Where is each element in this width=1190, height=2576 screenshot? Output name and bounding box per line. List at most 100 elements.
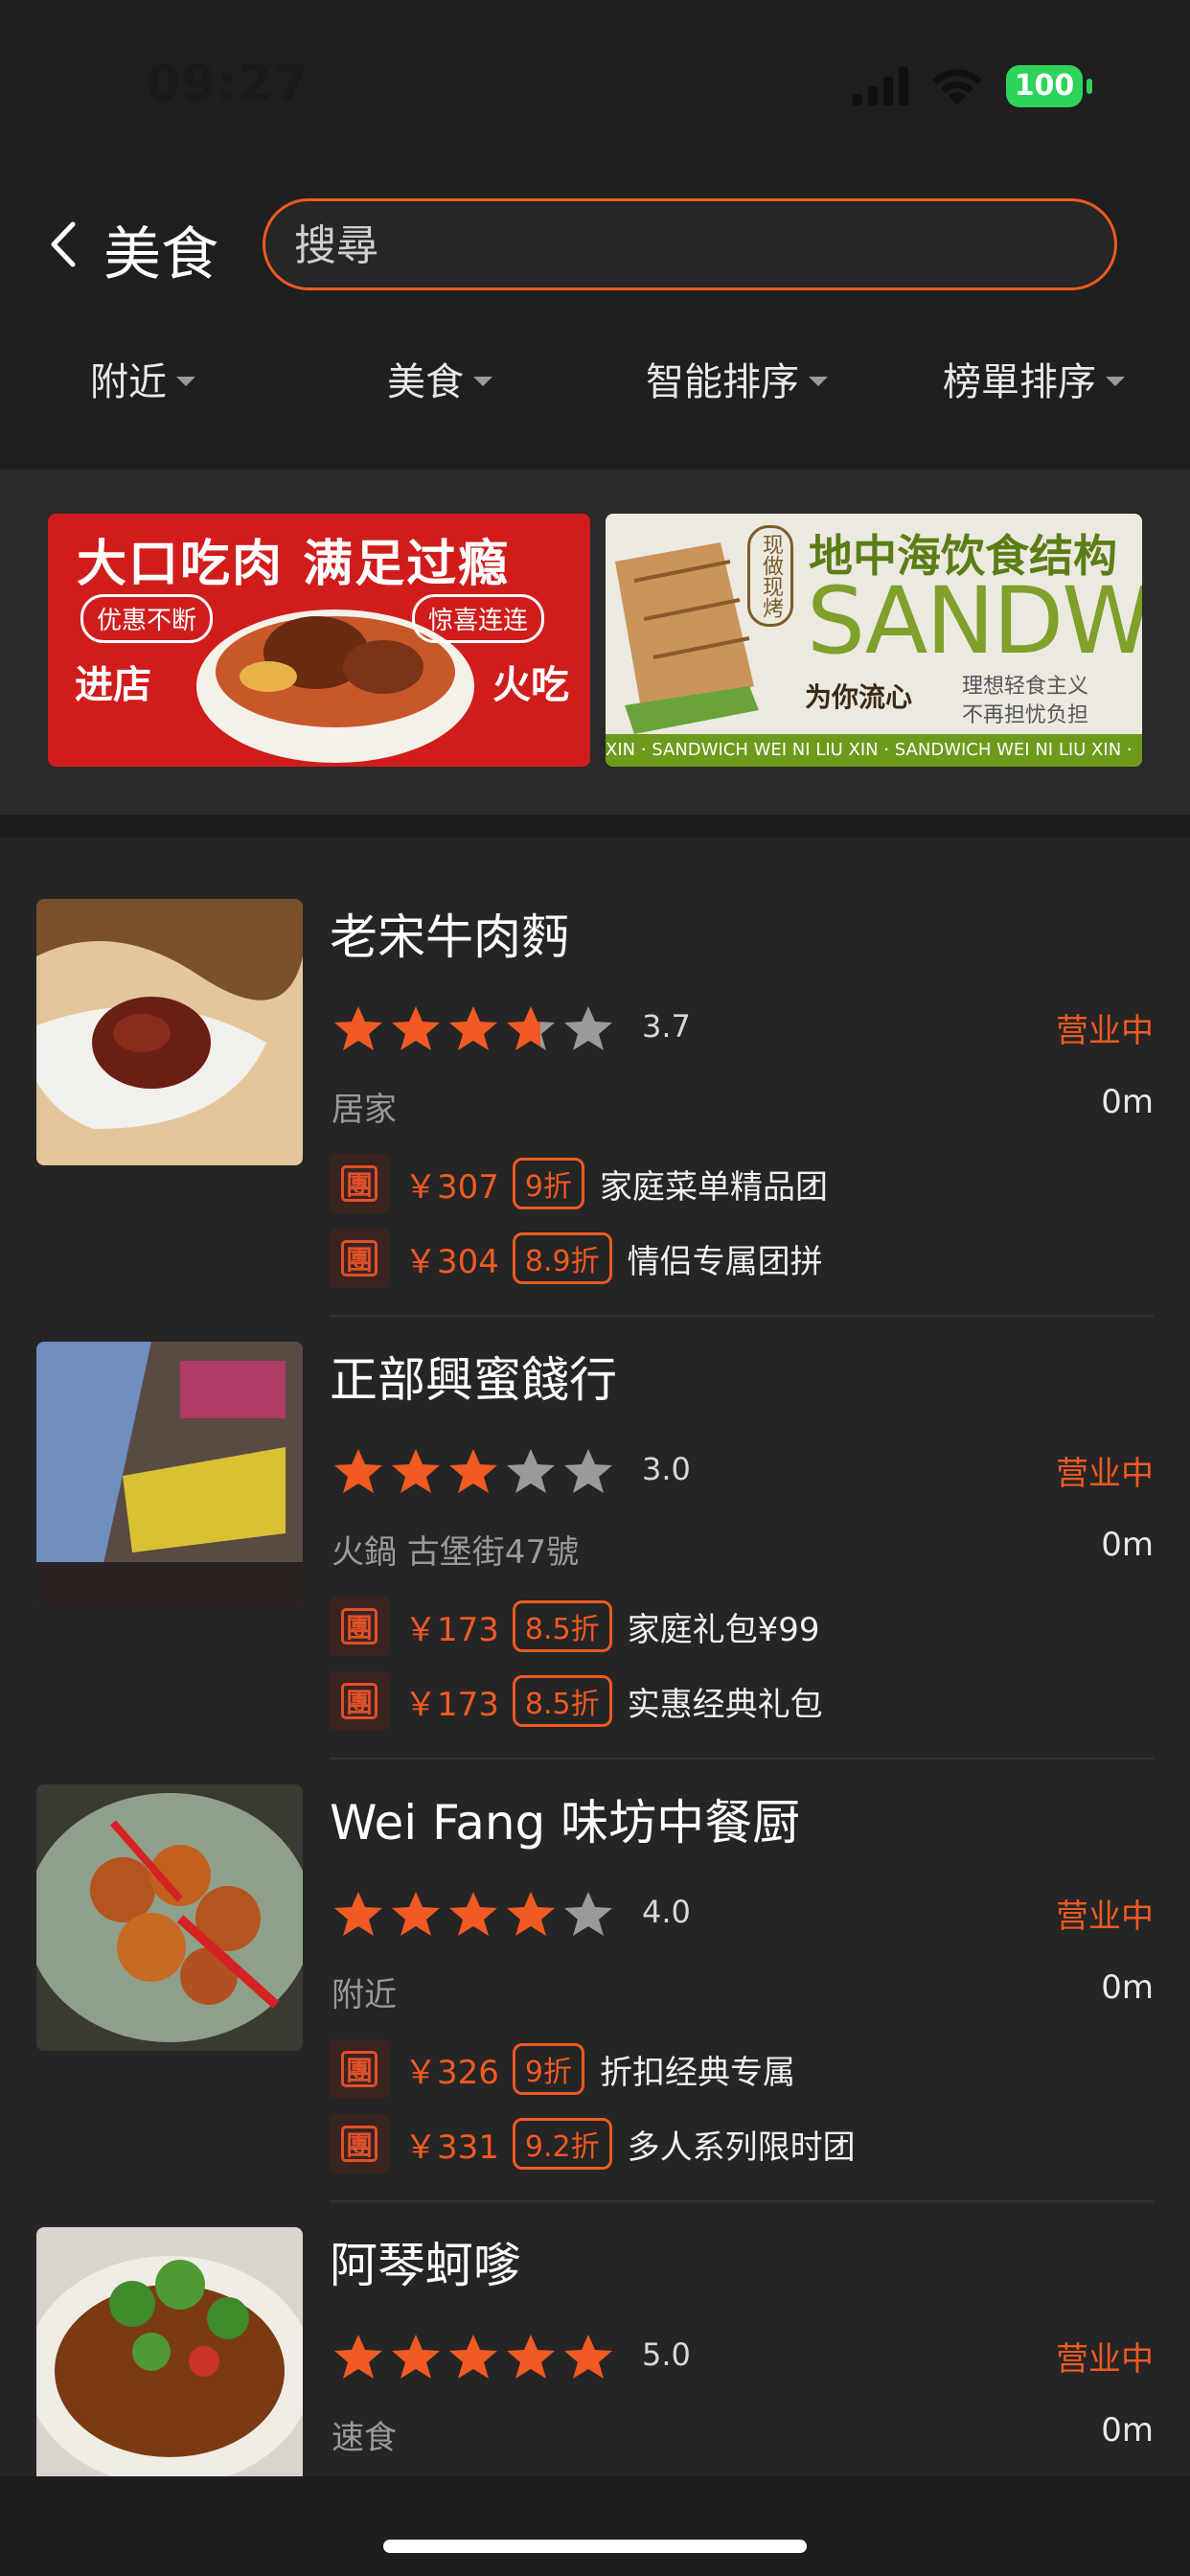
banner-carousel: 大口吃肉 满足过瘾 优惠不断 惊喜连连 进店 火吃 现做现烤 地中海饮食结构 S… — [0, 470, 1190, 815]
banner-sandwich-promo[interactable]: 现做现烤 地中海饮食结构 SANDWIC 为你流心 理想轻食主义 不再担忧负担 … — [606, 514, 1142, 767]
status-bar: 09:27 100 — [0, 0, 1190, 172]
filter-bar: 附近 美食 智能排序 榜單排序 — [0, 340, 1190, 417]
deal-discount: 9折 — [512, 2043, 584, 2095]
signal-icon — [853, 67, 908, 105]
group-deal-icon: 團 — [330, 1597, 389, 1656]
shop-distance: 0m — [1101, 1083, 1154, 1121]
deal-title: 实惠经典礼包 — [627, 1685, 823, 1724]
shop-name[interactable]: 正部興蜜餞行 — [330, 1342, 617, 1411]
filter-label: 榜單排序 — [943, 360, 1096, 404]
star-icon — [334, 2334, 382, 2379]
deal-item[interactable]: 團 ￥326 9折 折扣经典专属 — [330, 2039, 795, 2099]
star-icon — [449, 1006, 497, 1050]
banner-sub: 火吃 — [492, 663, 569, 707]
home-indicator[interactable] — [383, 2540, 807, 2553]
banner-meat-promo[interactable]: 大口吃肉 满足过瘾 优惠不断 惊喜连连 进店 火吃 — [48, 514, 590, 767]
shop-distance: 0m — [1101, 1526, 1154, 1564]
shop-category: 速食 — [332, 2419, 397, 2457]
wifi-icon — [932, 69, 982, 105]
caret-down-icon — [809, 377, 828, 386]
rating-value: 3.7 — [642, 1008, 691, 1045]
row-divider — [330, 2200, 1154, 2202]
shop-name[interactable]: Wei Fang 味坊中餐厨 — [330, 1784, 800, 1853]
deal-title: 家庭菜单精品团 — [600, 1167, 828, 1207]
rating-value: 4.0 — [642, 1894, 691, 1930]
caret-down-icon — [1106, 377, 1125, 386]
deal-discount: 8.5折 — [512, 1600, 612, 1652]
star-icon — [449, 2334, 497, 2379]
shop-category: 居家 — [332, 1091, 397, 1129]
shop-name[interactable]: 老宋牛肉麪 — [330, 899, 569, 968]
deal-price: ￥307 — [404, 1167, 499, 1207]
star-icon — [449, 1892, 497, 1936]
deal-price: ￥173 — [404, 1610, 499, 1649]
shop-name[interactable]: 阿琴蚵嗲 — [330, 2227, 521, 2296]
star-icon — [507, 1449, 555, 1493]
banner-stamp: 现做现烤 — [747, 525, 793, 627]
star-icon — [564, 2334, 612, 2379]
open-status: 营业中 — [1056, 1898, 1154, 1936]
open-status: 营业中 — [1056, 1012, 1154, 1050]
deal-item[interactable]: 團 ￥307 9折 家庭菜单精品团 — [330, 1154, 828, 1213]
deal-title: 家庭礼包¥99 — [627, 1610, 820, 1649]
filter-ranking-sort[interactable]: 榜單排序 — [943, 340, 1125, 417]
banner-slogan: 不再担忧负担 — [962, 703, 1089, 727]
star-icon — [334, 1006, 382, 1050]
deal-title: 多人系列限时团 — [627, 2128, 856, 2167]
rating-value: 5.0 — [642, 2336, 691, 2373]
row-divider — [330, 1315, 1154, 1317]
shop-thumbnail[interactable] — [36, 2227, 303, 2494]
banner-big-text: SANDWIC — [807, 567, 1142, 675]
star-icon — [507, 2334, 555, 2379]
home-bar — [0, 2476, 1190, 2576]
shop-category: 附近 — [332, 1976, 397, 2014]
banner-slogan: 理想轻食主义 — [962, 675, 1089, 699]
shop-distance: 0m — [1101, 1968, 1154, 2007]
banner-brand: 为你流心 — [805, 681, 913, 713]
deal-title: 折扣经典专属 — [600, 2053, 795, 2092]
deal-item[interactable]: 團 ￥173 8.5折 实惠经典礼包 — [330, 1671, 823, 1731]
header: 美食 — [0, 187, 1190, 302]
star-rating — [332, 1447, 619, 1495]
section-divider — [0, 815, 1190, 838]
deal-item[interactable]: 團 ￥173 8.5折 家庭礼包¥99 — [330, 1597, 820, 1656]
deal-item[interactable]: 團 ￥304 8.9折 情侣专属团拼 — [330, 1229, 823, 1288]
shop-category: 火鍋 古堡街47號 — [332, 1533, 580, 1572]
shop-thumbnail[interactable] — [36, 1784, 303, 2051]
star-icon — [334, 1892, 382, 1936]
shop-distance: 0m — [1101, 2411, 1154, 2450]
deal-title: 情侣专属团拼 — [627, 1242, 823, 1281]
banner-tag: 惊喜连连 — [412, 594, 545, 643]
star-icon — [564, 1449, 612, 1493]
filter-label: 美食 — [387, 360, 464, 404]
star-rating — [332, 1890, 619, 1938]
star-icon — [392, 1449, 440, 1493]
caret-down-icon — [176, 377, 195, 386]
star-icon — [564, 1892, 612, 1936]
deal-price: ￥331 — [404, 2128, 499, 2167]
star-icon — [334, 1449, 382, 1493]
rating-value: 3.0 — [642, 1451, 691, 1487]
star-icon — [449, 1449, 497, 1493]
search-box[interactable] — [263, 198, 1117, 290]
group-deal-icon: 團 — [330, 1671, 389, 1731]
search-input[interactable] — [292, 213, 1082, 278]
battery-icon: 100 — [1006, 65, 1083, 107]
star-rating — [332, 1004, 619, 1052]
page-title: 美食 — [103, 221, 218, 288]
deal-price: ￥326 — [404, 2053, 499, 2092]
star-icon — [392, 2334, 440, 2379]
deal-discount: 9.2折 — [512, 2118, 612, 2170]
battery-nub — [1087, 79, 1092, 94]
back-chevron-icon[interactable] — [46, 220, 80, 268]
filter-nearby[interactable]: 附近 — [90, 340, 195, 417]
filter-food[interactable]: 美食 — [387, 340, 492, 417]
open-status: 营业中 — [1056, 2340, 1154, 2379]
status-time: 09:27 — [146, 56, 309, 113]
shop-thumbnail[interactable] — [36, 1342, 303, 1608]
deal-item[interactable]: 團 ￥331 9.2折 多人系列限时团 — [330, 2114, 856, 2174]
filter-smart-sort[interactable]: 智能排序 — [646, 340, 828, 417]
shop-thumbnail[interactable] — [36, 899, 303, 1165]
star-icon — [392, 1006, 440, 1050]
deal-price: ￥173 — [404, 1685, 499, 1724]
